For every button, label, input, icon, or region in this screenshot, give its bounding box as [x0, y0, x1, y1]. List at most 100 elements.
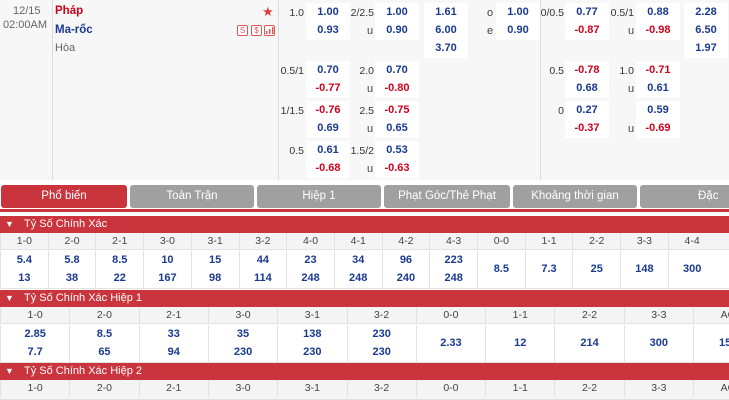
- home-team-name[interactable]: Pháp: [55, 5, 83, 17]
- home-score-odds[interactable]: 8.5: [96, 254, 143, 266]
- draw-score-odds-cell[interactable]: 150: [693, 325, 729, 363]
- home-score-odds[interactable]: 23: [287, 254, 334, 266]
- odds-cell[interactable]: -0.71: [636, 61, 680, 80]
- draw-score-odds[interactable]: 150: [694, 337, 729, 349]
- dollar-icon[interactable]: $: [251, 25, 262, 36]
- odds-cell[interactable]: 1.00: [375, 3, 419, 22]
- odds-cell[interactable]: 0.70: [306, 61, 350, 80]
- score-odds-cell[interactable]: 223 248: [429, 251, 477, 289]
- away-score-odds[interactable]: 114: [240, 272, 287, 284]
- away-score-odds[interactable]: 94: [140, 346, 208, 358]
- draw-score-odds[interactable]: 7.3: [526, 263, 573, 275]
- away-score-odds[interactable]: 248: [430, 272, 477, 284]
- draw-score-odds[interactable]: 2.33: [417, 337, 485, 349]
- odds-cell[interactable]: 0.59: [636, 101, 680, 120]
- section-header-correct-score-h2[interactable]: ▼ Tỷ Số Chính Xác Hiệp 2: [0, 363, 729, 380]
- draw-score-odds[interactable]: 25: [573, 263, 620, 275]
- odds-cell[interactable]: -0.98: [636, 21, 680, 40]
- score-odds-cell[interactable]: 34 248: [333, 251, 382, 289]
- odds-cell[interactable]: 0.70: [375, 61, 419, 80]
- s-icon[interactable]: S: [237, 25, 248, 36]
- away-score-odds[interactable]: 230: [209, 346, 277, 358]
- odds-cell[interactable]: -0.78: [565, 61, 609, 80]
- draw-score-odds[interactable]: 300: [669, 263, 716, 275]
- draw-score-odds[interactable]: 8.5: [478, 263, 525, 275]
- away-score-odds[interactable]: 98: [192, 272, 239, 284]
- away-score-odds[interactable]: 248: [335, 272, 382, 284]
- home-score-odds[interactable]: 33: [140, 328, 208, 340]
- odds-cell[interactable]: 0.61: [636, 79, 680, 98]
- draw-score-odds-cell[interactable]: 25: [572, 251, 620, 289]
- away-score-odds[interactable]: 13: [1, 272, 48, 284]
- odds-cell[interactable]: -0.80: [375, 79, 419, 98]
- star-icon[interactable]: ★: [262, 4, 274, 20]
- odds-cell[interactable]: -0.68: [306, 159, 350, 178]
- odds-cell[interactable]: 0.77: [565, 3, 609, 22]
- score-odds-cell[interactable]: 8.5 22: [95, 251, 143, 289]
- home-score-odds[interactable]: 35: [209, 328, 277, 340]
- draw-score-odds[interactable]: 214: [555, 337, 623, 349]
- odds-cell[interactable]: 2.28: [684, 3, 728, 22]
- tab-pho-bien[interactable]: Phổ biến: [1, 185, 127, 208]
- score-odds-cell[interactable]: 33 94: [138, 325, 208, 363]
- tab-khoang-thoi-gian[interactable]: Khoảng thời gian: [513, 185, 637, 208]
- odds-cell[interactable]: -0.69: [636, 119, 680, 138]
- home-score-odds[interactable]: 8.5: [70, 328, 138, 340]
- odds-cell[interactable]: 1.00: [496, 3, 540, 22]
- away-score-odds[interactable]: 22: [96, 272, 143, 284]
- score-odds-cell[interactable]: 2.85 7.7: [0, 325, 69, 363]
- home-score-odds[interactable]: 2.85: [1, 328, 69, 340]
- draw-score-odds-cell[interactable]: 12: [485, 325, 554, 363]
- score-odds-cell[interactable]: 23 248: [286, 251, 334, 289]
- draw-score-odds-cell[interactable]: 214: [554, 325, 623, 363]
- stats-icon[interactable]: [264, 25, 275, 36]
- tab-hiep-1[interactable]: Hiệp 1: [257, 185, 381, 208]
- section-header-correct-score-h1[interactable]: ▼ Tỷ Số Chính Xác Hiệp 1: [0, 290, 729, 307]
- score-odds-cell[interactable]: 35 230: [207, 325, 277, 363]
- odds-cell[interactable]: 0.53: [375, 141, 419, 160]
- odds-cell[interactable]: 0.69: [306, 119, 350, 138]
- draw-score-odds[interactable]: 12: [486, 337, 554, 349]
- odds-cell[interactable]: 6.50: [684, 21, 728, 40]
- away-score-odds[interactable]: 230: [348, 346, 416, 358]
- score-odds-cell[interactable]: 5.8 38: [47, 251, 96, 289]
- draw-score-odds-cell[interactable]: 300: [623, 325, 693, 363]
- home-score-odds[interactable]: 44: [240, 254, 287, 266]
- score-odds-cell[interactable]: 10 167: [143, 251, 191, 289]
- draw-score-odds-cell[interactable]: 148: [620, 251, 668, 289]
- score-odds-cell[interactable]: 15 98: [190, 251, 239, 289]
- odds-cell[interactable]: 0.88: [636, 3, 680, 22]
- odds-cell[interactable]: -0.37: [565, 119, 609, 138]
- home-score-odds[interactable]: 10: [144, 254, 191, 266]
- tab-toan-tran[interactable]: Toàn Trận: [130, 185, 254, 208]
- odds-cell[interactable]: -0.77: [306, 79, 350, 98]
- home-score-odds[interactable]: 96: [383, 254, 430, 266]
- odds-cell[interactable]: 1.61: [424, 3, 468, 22]
- home-score-odds[interactable]: 15: [192, 254, 239, 266]
- odds-cell[interactable]: 1.00: [306, 3, 350, 22]
- odds-cell[interactable]: -0.75: [375, 101, 419, 120]
- away-score-odds[interactable]: 167: [144, 272, 191, 284]
- odds-cell[interactable]: 0.90: [375, 21, 419, 40]
- odds-cell[interactable]: 0.68: [565, 79, 609, 98]
- odds-cell[interactable]: 0.65: [375, 119, 419, 138]
- draw-score-odds-cell[interactable]: 8.5: [477, 251, 525, 289]
- draw-score-odds-cell[interactable]: 2.33: [415, 325, 485, 363]
- draw-score-odds-cell[interactable]: 300: [667, 251, 716, 289]
- score-odds-cell[interactable]: 138 230: [277, 325, 346, 363]
- odds-cell[interactable]: 0.27: [565, 101, 609, 120]
- odds-cell[interactable]: 0.90: [496, 21, 540, 40]
- home-score-odds[interactable]: 138: [278, 328, 346, 340]
- home-score-odds[interactable]: 5.4: [1, 254, 48, 266]
- odds-cell[interactable]: 1.97: [684, 39, 728, 58]
- away-score-odds[interactable]: 38: [49, 272, 96, 284]
- draw-score-odds[interactable]: 148: [621, 263, 668, 275]
- score-odds-cell[interactable]: 5.4 13: [0, 251, 48, 289]
- odds-cell[interactable]: -0.87: [565, 21, 609, 40]
- section-header-correct-score[interactable]: ▼ Tỷ Số Chính Xác: [0, 216, 729, 233]
- odds-cell[interactable]: -0.76: [306, 101, 350, 120]
- away-score-odds[interactable]: 230: [278, 346, 346, 358]
- score-odds-cell[interactable]: 230 230: [346, 325, 416, 363]
- draw-score-odds[interactable]: 300: [625, 337, 693, 349]
- score-odds-cell[interactable]: 8.5 65: [69, 325, 138, 363]
